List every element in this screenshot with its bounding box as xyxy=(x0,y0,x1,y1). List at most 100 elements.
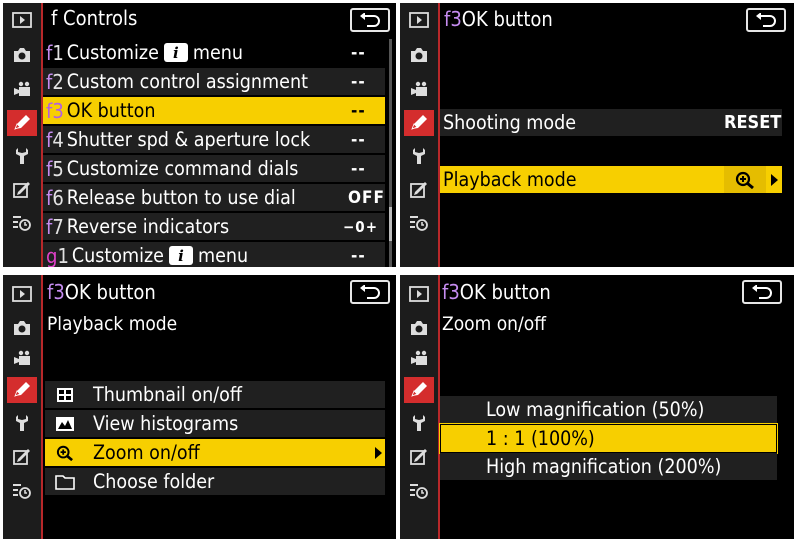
back-button[interactable] xyxy=(350,8,390,32)
panel-zoom-on-off: f3OK button Zoom on/off Low magnificatio… xyxy=(400,275,794,539)
playback-mode-row-selected[interactable]: Playback mode xyxy=(440,166,782,193)
item-code: f1 xyxy=(46,41,64,65)
menu-sidebar xyxy=(400,3,438,267)
menu-sidebar xyxy=(3,275,41,539)
movie-icon[interactable] xyxy=(7,77,37,103)
pencil-icon[interactable] xyxy=(7,377,37,403)
code-number: 3 xyxy=(448,280,460,304)
menu-item-f4[interactable]: f4 Shutter spd & aperture lock -- xyxy=(43,126,385,153)
scrollbar-thumb[interactable] xyxy=(389,207,392,241)
code-number: 6 xyxy=(52,185,64,210)
shooting-mode-row[interactable]: Shooting mode RESET xyxy=(440,109,782,136)
item-label: Customize xyxy=(66,41,159,64)
return-icon xyxy=(756,13,776,27)
wrench-icon[interactable] xyxy=(404,143,434,169)
code-number: 1 xyxy=(52,40,64,65)
code-number: 3 xyxy=(450,7,462,31)
item-label: Customize command dials xyxy=(66,157,299,180)
row-label: Playback mode xyxy=(443,168,577,191)
menu-item-f2[interactable]: f2 Custom control assignment -- xyxy=(43,68,385,95)
item-code: f7 xyxy=(46,215,64,239)
movie-icon[interactable] xyxy=(404,77,434,103)
option-label: Low magnification (50%) xyxy=(486,398,705,421)
camera-icon[interactable] xyxy=(7,315,37,341)
page-title-text: OK button xyxy=(459,280,551,304)
movie-icon[interactable] xyxy=(404,346,434,372)
playback-icon[interactable] xyxy=(404,7,434,33)
panel-ok-button: f3OK button Shooting mode RESET Playback… xyxy=(400,3,794,267)
row-value: RESET xyxy=(724,112,782,133)
panel-playback-mode: f3OK button Playback mode Thumbnail on/o… xyxy=(3,275,396,539)
subtitle: Zoom on/off xyxy=(442,313,546,335)
zoom-icon xyxy=(56,445,73,461)
menu-item-f7[interactable]: f7 Reverse indicators −0+ xyxy=(43,213,385,240)
option-choose-folder[interactable]: Choose folder xyxy=(45,468,385,495)
menu-item-f5[interactable]: f5 Customize command dials -- xyxy=(43,155,385,182)
item-label: Custom control assignment xyxy=(66,70,308,93)
retouch-icon[interactable] xyxy=(404,177,434,203)
camera-icon[interactable] xyxy=(404,315,434,341)
pencil-icon[interactable] xyxy=(404,110,434,136)
code-number: 3 xyxy=(53,280,65,304)
option-zoom-selected[interactable]: Zoom on/off xyxy=(45,439,385,466)
pencil-icon[interactable] xyxy=(7,110,37,136)
back-button[interactable] xyxy=(350,280,390,304)
playback-icon[interactable] xyxy=(404,281,434,307)
movie-icon[interactable] xyxy=(7,346,37,372)
subtitle: Playback mode xyxy=(47,313,178,335)
menu-item-f1[interactable]: f1 Customize i menu -- xyxy=(43,39,385,66)
camera-icon[interactable] xyxy=(404,42,434,68)
sidebar-divider xyxy=(41,275,43,539)
menu-item-g1[interactable]: g1 Customize i menu -- xyxy=(43,242,385,267)
item-value: -- xyxy=(351,158,366,179)
wrench-icon[interactable] xyxy=(404,410,434,436)
item-code: g1 xyxy=(46,244,69,268)
menu-item-f3-selected[interactable]: f3 OK button -- xyxy=(43,97,385,124)
option-thumbnail[interactable]: Thumbnail on/off xyxy=(45,381,385,408)
camera-icon[interactable] xyxy=(7,42,37,68)
item-label: OK button xyxy=(66,99,156,122)
page-title: f Controls xyxy=(51,6,137,30)
page-title: f3OK button xyxy=(442,280,551,304)
item-label-suffix: menu xyxy=(192,41,244,64)
code-number: 2 xyxy=(52,69,64,94)
item-label-suffix: menu xyxy=(197,244,249,267)
item-value: -- xyxy=(351,245,366,266)
retouch-icon[interactable] xyxy=(7,444,37,470)
retouch-icon[interactable] xyxy=(404,444,434,470)
scrollbar[interactable] xyxy=(389,39,392,267)
back-button[interactable] xyxy=(746,8,786,32)
option-low-magnification[interactable]: Low magnification (50%) xyxy=(440,396,777,423)
code-number: 7 xyxy=(52,214,64,239)
item-label: Release button to use dial xyxy=(66,186,296,209)
item-value: OFF xyxy=(348,187,385,208)
option-histograms[interactable]: View histograms xyxy=(45,410,385,437)
i-menu-badge: i xyxy=(163,43,188,62)
option-label: Thumbnail on/off xyxy=(93,383,242,406)
back-button[interactable] xyxy=(742,280,782,304)
item-code: f5 xyxy=(46,157,64,181)
pencil-icon[interactable] xyxy=(404,377,434,403)
recent-settings-icon[interactable] xyxy=(7,478,37,504)
i-menu-badge: i xyxy=(168,246,193,265)
playback-icon[interactable] xyxy=(7,281,37,307)
playback-icon[interactable] xyxy=(7,7,37,33)
row-label: Shooting mode xyxy=(443,111,577,134)
wrench-icon[interactable] xyxy=(7,410,37,436)
recent-settings-icon[interactable] xyxy=(7,210,37,236)
return-icon xyxy=(752,285,772,299)
item-code: f3 xyxy=(46,99,64,123)
code-number: 1 xyxy=(57,243,69,268)
menu-sidebar xyxy=(3,3,41,267)
recent-settings-icon[interactable] xyxy=(404,478,434,504)
retouch-icon[interactable] xyxy=(7,177,37,203)
option-label: 1 : 1 (100%) xyxy=(486,427,595,450)
code-number: 5 xyxy=(52,156,64,181)
wrench-icon[interactable] xyxy=(7,143,37,169)
item-code: f2 xyxy=(46,70,64,94)
option-high-magnification[interactable]: High magnification (200%) xyxy=(440,453,777,480)
menu-item-f6[interactable]: f6 Release button to use dial OFF xyxy=(43,184,385,211)
option-1to1-selected[interactable]: 1 : 1 (100%) xyxy=(439,423,778,454)
thumbnail-icon xyxy=(57,387,73,402)
recent-settings-icon[interactable] xyxy=(404,210,434,236)
